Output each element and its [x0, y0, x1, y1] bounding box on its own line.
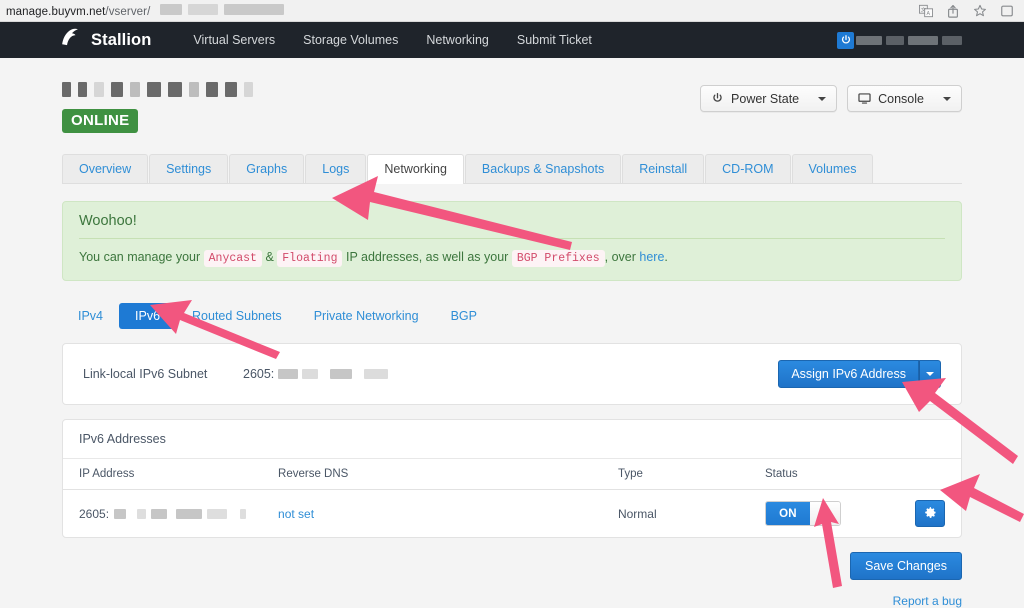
subnav-ipv6[interactable]: IPv6	[119, 303, 177, 330]
ip-prefix: 2605:	[79, 506, 110, 521]
browser-toolbar: manage.buyvm.net/vserver/ 文A	[0, 0, 1024, 22]
ipv6-addresses-table: IP Address Reverse DNS Type Status 2605:	[63, 459, 961, 537]
cell-reverse-dns: not set	[262, 490, 602, 538]
ipv6-addresses-title: IPv6 Addresses	[63, 420, 961, 460]
column-reverse-dns: Reverse DNS	[262, 459, 602, 491]
cell-ip-address: 2605:	[63, 490, 262, 538]
server-actions: Power State Console	[700, 80, 962, 112]
gear-icon	[924, 506, 937, 522]
alert-here-link[interactable]: here	[639, 250, 664, 264]
nav-link-networking[interactable]: Networking	[412, 33, 503, 47]
assign-ipv6-address-button[interactable]: Assign IPv6 Address	[778, 360, 919, 389]
alert-text-3: , over	[604, 250, 636, 264]
table-body: 2605: not set Normal ON	[63, 490, 961, 538]
tab-logs[interactable]: Logs	[305, 154, 367, 183]
reverse-dns-link[interactable]: not set	[278, 507, 314, 521]
address-bar[interactable]: manage.buyvm.net/vserver/	[6, 3, 284, 18]
nav-link-virtual-servers[interactable]: Virtual Servers	[179, 33, 289, 47]
column-status: Status	[749, 459, 961, 491]
browser-icon-group: 文A	[919, 4, 1018, 18]
brand[interactable]: Stallion	[58, 27, 151, 54]
server-name-redacted	[62, 80, 253, 98]
alert-ampersand: &	[265, 250, 274, 264]
nav-link-storage-volumes[interactable]: Storage Volumes	[289, 33, 412, 47]
share-icon[interactable]	[946, 4, 960, 18]
navbar-links: Virtual Servers Storage Volumes Networki…	[179, 33, 606, 47]
subnav-ipv4[interactable]: IPv4	[62, 303, 119, 329]
page-content: ONLINE Power State Console Overview Sett…	[0, 58, 1024, 608]
tabs-icon[interactable]	[1000, 4, 1014, 18]
tab-cdrom[interactable]: CD-ROM	[705, 154, 791, 183]
tab-settings[interactable]: Settings	[149, 154, 229, 183]
nav-link-submit-ticket[interactable]: Submit Ticket	[503, 33, 606, 47]
tab-bar: Overview Settings Graphs Logs Networking…	[62, 154, 962, 184]
alert-divider	[79, 238, 945, 239]
subnav-private-networking[interactable]: Private Networking	[298, 303, 435, 329]
chevron-down-icon	[926, 372, 934, 377]
column-type: Type	[601, 459, 749, 491]
navbar-user-area[interactable]	[837, 31, 1010, 49]
tab-reinstall[interactable]: Reinstall	[622, 154, 705, 183]
table-row: 2605: not set Normal ON	[63, 490, 961, 538]
column-ip-address: IP Address	[63, 459, 263, 491]
cell-status: ON	[749, 490, 961, 538]
alert-text-2: IP addresses, as well as your	[345, 250, 509, 264]
chevron-down-icon	[943, 96, 951, 101]
assign-button-group: Assign IPv6 Address	[778, 360, 941, 389]
assign-ipv6-dropdown-toggle[interactable]	[919, 360, 941, 389]
ipv6-addresses-panel: IPv6 Addresses IP Address Reverse DNS Ty…	[62, 419, 962, 539]
console-button[interactable]: Console	[847, 85, 962, 112]
subnav-bgp[interactable]: BGP	[435, 303, 493, 329]
tab-volumes[interactable]: Volumes	[791, 154, 874, 183]
tab-backups-snapshots[interactable]: Backups & Snapshots	[464, 154, 622, 183]
link-local-panel: Link-local IPv6 Subnet 2605: Assign IPv6…	[62, 343, 962, 406]
link-local-prefix: 2605:	[243, 367, 275, 382]
subnav-routed-subnets[interactable]: Routed Subnets	[176, 303, 298, 329]
top-navbar: Stallion Virtual Servers Storage Volumes…	[0, 22, 1024, 58]
url-redacted-segment	[159, 3, 284, 15]
toggle-knob[interactable]	[810, 502, 840, 526]
brand-name: Stallion	[91, 30, 152, 49]
monitor-icon	[858, 92, 871, 105]
toggle-on-label: ON	[766, 502, 810, 526]
link-local-value: 2605:	[243, 367, 389, 382]
username-redacted	[856, 35, 962, 45]
power-state-button[interactable]: Power State	[700, 85, 838, 112]
power-icon	[711, 92, 724, 105]
code-anycast: Anycast	[203, 250, 262, 267]
stallion-logo-icon	[58, 27, 82, 54]
url-domain: manage.buyvm.net	[6, 5, 106, 18]
tab-overview[interactable]: Overview	[62, 154, 149, 183]
status-badge: ONLINE	[62, 109, 139, 133]
table-header: IP Address Reverse DNS Type Status	[63, 459, 961, 491]
alert-body: You can manage your Anycast & Floating I…	[79, 248, 945, 267]
link-local-label: Link-local IPv6 Subnet	[83, 367, 208, 382]
bookmark-star-icon[interactable]	[973, 4, 987, 18]
status-toggle[interactable]: ON	[765, 501, 841, 527]
tab-networking[interactable]: Networking	[367, 154, 464, 184]
row-settings-button[interactable]	[915, 500, 945, 528]
alert-title: Woohoo!	[79, 213, 137, 229]
network-subnav: IPv4 IPv6 Routed Subnets Private Network…	[62, 303, 962, 330]
alert-text-1: You can manage your	[79, 250, 201, 264]
server-header: ONLINE Power State Console	[62, 58, 962, 133]
report-a-bug-link[interactable]: Report a bug	[893, 594, 962, 608]
power-user-icon[interactable]	[837, 31, 854, 49]
chevron-down-icon	[818, 96, 827, 101]
tab-graphs[interactable]: Graphs	[229, 154, 305, 183]
code-bgp-prefixes: BGP Prefixes	[511, 250, 605, 267]
translate-icon[interactable]: 文A	[919, 4, 933, 18]
power-state-label: Power State	[731, 91, 800, 106]
form-footer: Save Changes Report a bug	[62, 552, 962, 608]
url-path: /vserver/	[105, 5, 151, 18]
svg-text:A: A	[926, 10, 930, 16]
alert-text-4: .	[664, 250, 668, 264]
save-changes-button[interactable]: Save Changes	[849, 552, 962, 581]
info-alert: Woohoo! You can manage your Anycast & Fl…	[62, 201, 962, 282]
cell-type: Normal	[617, 506, 657, 521]
link-local-row: Link-local IPv6 Subnet 2605: Assign IPv6…	[63, 344, 961, 404]
code-floating: Floating	[277, 250, 343, 267]
console-label: Console	[878, 91, 924, 106]
